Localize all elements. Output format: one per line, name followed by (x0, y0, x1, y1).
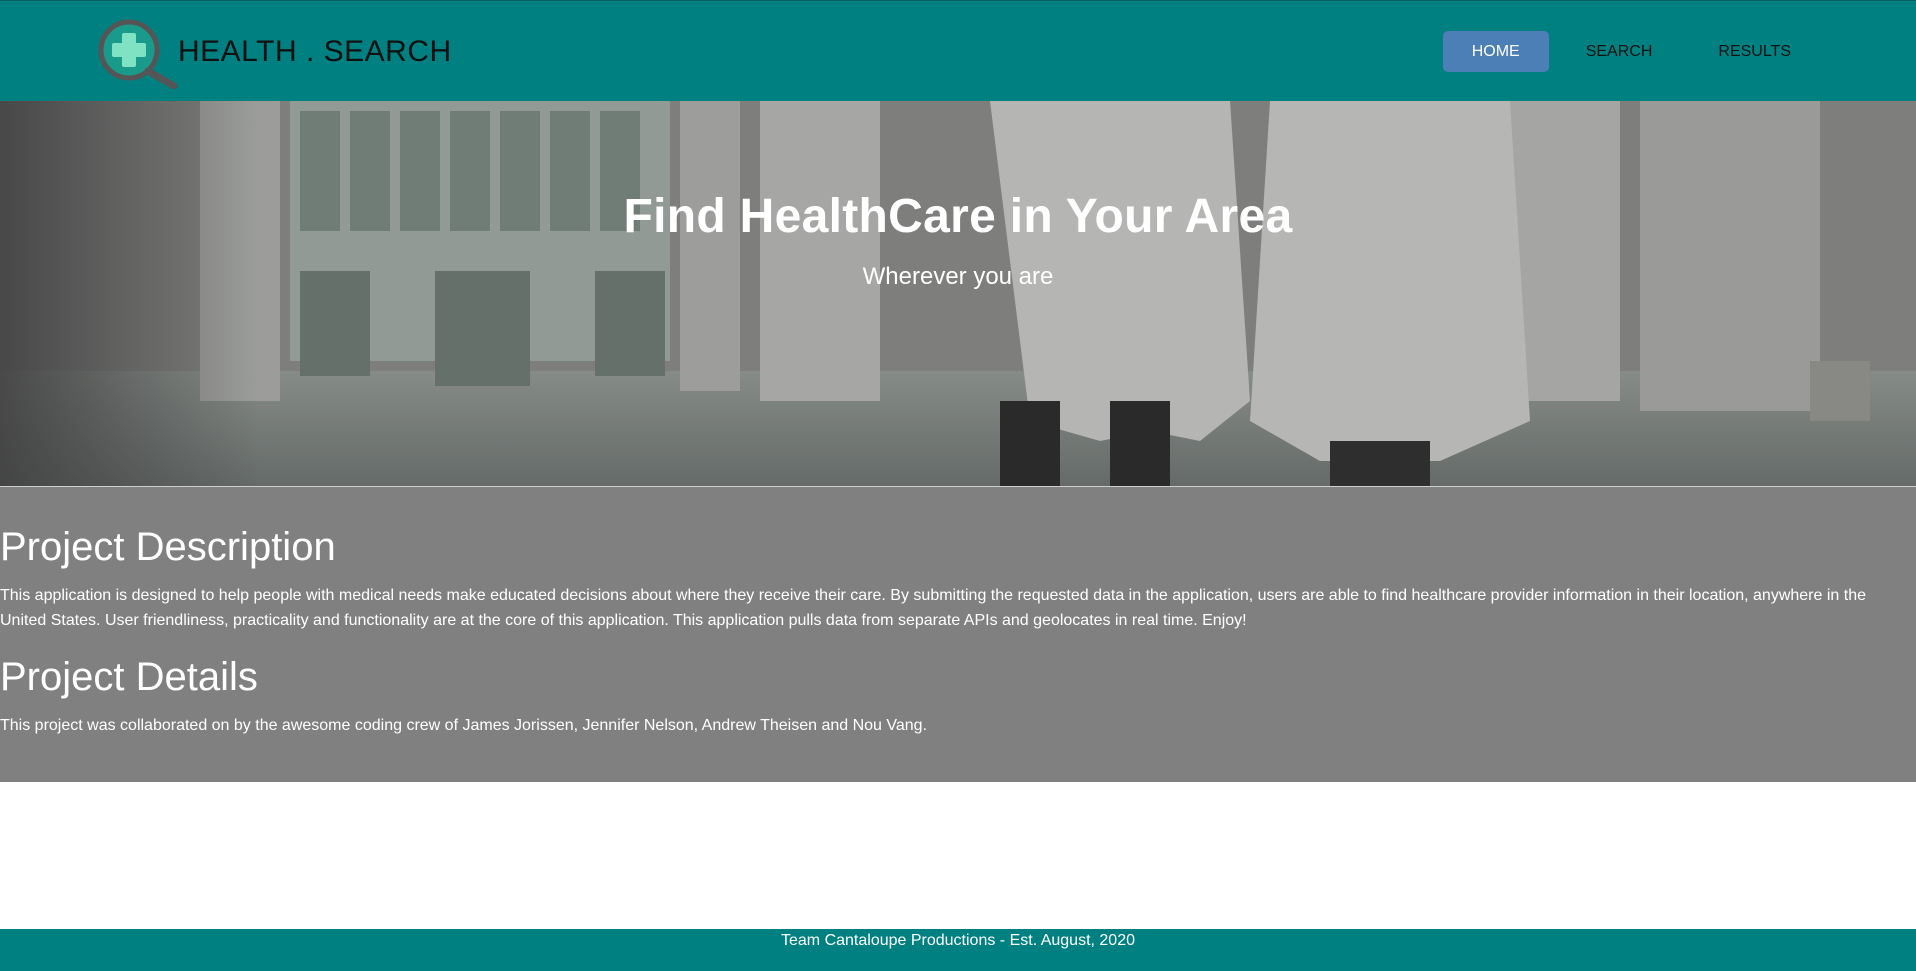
brand-name: HEALTH . SEARCH (178, 35, 452, 68)
project-details-heading: Project Details (0, 655, 258, 699)
footer: Team Cantaloupe Productions - Est. Augus… (0, 929, 1916, 971)
project-details-text: This project was collaborated on by the … (0, 717, 928, 734)
nav-search-link[interactable]: SEARCH (1557, 31, 1682, 72)
project-description-text: This application is designed to help peo… (0, 587, 1866, 629)
project-info-section: Project Description This application is … (0, 486, 1916, 782)
hero-title: Find HealthCare in Your Area (623, 190, 1293, 243)
footer-text: Team Cantaloupe Productions - Est. Augus… (781, 932, 1135, 949)
main-nav: HOME SEARCH RESULTS (1442, 31, 1820, 72)
hero-banner: Find HealthCare in Your Area Wherever yo… (0, 101, 1916, 486)
top-navbar: HEALTH . SEARCH HOME SEARCH RESULTS (0, 0, 1916, 101)
nav-home-link[interactable]: HOME (1442, 31, 1549, 72)
hero-subtitle: Wherever you are (862, 263, 1054, 290)
hospital-hallway-image (0, 101, 1916, 486)
nav-results-link[interactable]: RESULTS (1689, 31, 1820, 72)
project-description-heading: Project Description (0, 525, 336, 569)
brand-link[interactable]: HEALTH . SEARCH (96, 13, 451, 90)
